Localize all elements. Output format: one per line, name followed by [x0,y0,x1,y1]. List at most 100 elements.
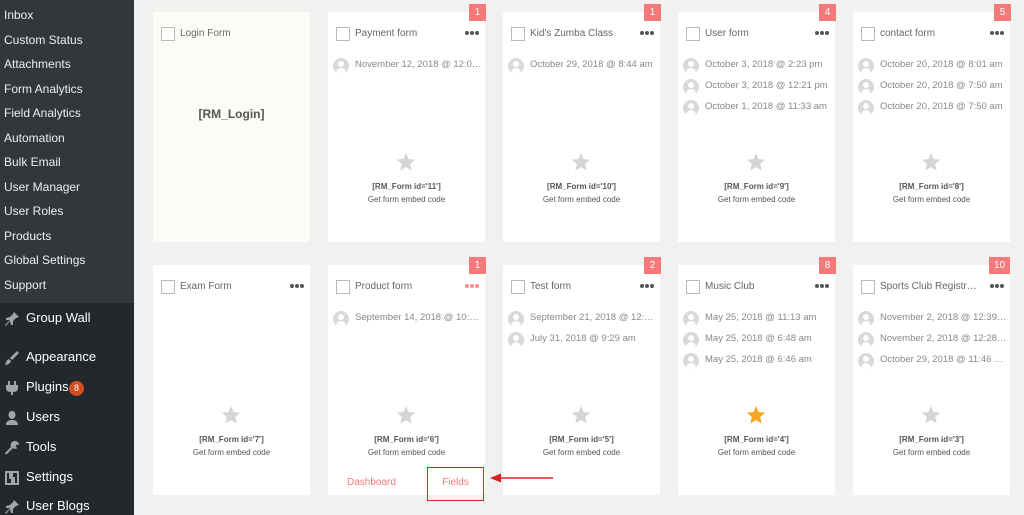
card-select-checkbox[interactable] [511,280,525,294]
submission-count-badge[interactable]: 10 [989,257,1010,274]
more-options-icon[interactable] [288,277,306,291]
sidebar-item-bulk-email[interactable]: Bulk Email [4,155,61,169]
submission-row[interactable]: October 20, 2018 @ 8:01 am [856,57,1010,75]
submission-row[interactable]: September 21, 2018 @ 12:2… [506,310,660,328]
form-title[interactable]: contact form [880,28,980,39]
more-options-icon[interactable] [638,277,656,291]
form-card[interactable]: Music Club 8 May 25, 2018 @ 11:13 am May 25… [678,257,836,495]
star-icon[interactable] [921,152,941,172]
form-title[interactable]: Product form [355,281,455,292]
card-select-checkbox[interactable] [336,27,350,41]
sidebar-item-field-analytics[interactable]: Field Analytics [4,106,81,120]
embed-code-link[interactable]: Get form embed code [678,448,835,457]
submission-count-badge[interactable]: 5 [994,4,1011,21]
form-card[interactable]: Login Form [RM_Login] [153,12,310,242]
submission-row[interactable]: July 31, 2018 @ 9:29 am [506,331,660,349]
form-card[interactable]: Payment form 1 November 12, 2018 @ 12:0… [R… [328,4,486,242]
submission-count-badge[interactable]: 2 [644,257,661,274]
form-title[interactable]: Login Form [180,28,280,39]
submission-row[interactable]: May 25, 2018 @ 11:13 am [681,310,835,328]
form-title[interactable]: Exam Form [180,281,280,292]
form-title[interactable]: Sports Club Registrat… [880,281,980,292]
sidebar-item-group-wall[interactable]: Group Wall [0,307,134,331]
sidebar-item-appearance[interactable]: Appearance [0,346,134,370]
form-title[interactable]: Test form [530,281,630,292]
sidebar-item-user-roles[interactable]: User Roles [4,204,63,218]
more-options-icon[interactable] [988,24,1006,38]
form-card[interactable]: Kid's Zumba Class 1 October 29, 2018 @ 8:4… [503,4,661,242]
card-select-checkbox[interactable] [686,280,700,294]
submission-row[interactable]: October 3, 2018 @ 12:21 pm [681,78,835,96]
embed-code-link[interactable]: Get form embed code [678,195,835,204]
sidebar-item-user-manager[interactable]: User Manager [4,180,80,194]
card-select-checkbox[interactable] [861,27,875,41]
card-select-checkbox[interactable] [336,280,350,294]
form-card[interactable]: Sports Club Registrat… 10 November 2, 2018… [853,257,1010,495]
more-options-icon[interactable] [813,277,831,291]
submission-row[interactable]: May 25, 2018 @ 6:48 am [681,331,835,349]
submission-count-badge[interactable]: 8 [819,257,836,274]
submission-row[interactable]: October 29, 2018 @ 8:44 am [506,57,660,75]
star-icon[interactable] [221,405,241,425]
form-card[interactable]: User form 4 October 3, 2018 @ 2:23 pm Octob… [678,4,836,242]
form-card[interactable]: Exam Form [RM_Form id='7'] Get form embed … [153,265,310,495]
form-title[interactable]: Kid's Zumba Class [530,28,630,39]
sidebar-item-products[interactable]: Products [4,229,51,243]
form-title[interactable]: Payment form [355,28,455,39]
more-options-icon[interactable] [463,24,481,38]
star-icon[interactable] [396,405,416,425]
sidebar-item-settings[interactable]: Settings [0,466,134,490]
sidebar-item-support[interactable]: Support [4,278,46,292]
star-icon[interactable] [571,405,591,425]
submission-count-badge[interactable]: 1 [469,257,486,274]
star-icon[interactable] [746,405,766,425]
submission-row[interactable]: October 20, 2018 @ 7:50 am [856,78,1010,96]
submission-row[interactable]: November 2, 2018 @ 12:39… [856,310,1010,328]
form-card[interactable]: Product form 1 September 14, 2018 @ 10:3… [… [328,257,486,501]
embed-code-link[interactable]: Get form embed code [503,195,660,204]
form-card[interactable]: contact form 5 October 20, 2018 @ 8:01 am O… [853,4,1011,242]
submission-count-badge[interactable]: 1 [644,4,661,21]
submission-row[interactable]: October 1, 2018 @ 11:33 am [681,99,835,117]
card-select-checkbox[interactable] [161,27,175,41]
card-select-checkbox[interactable] [686,27,700,41]
embed-code-link[interactable]: Get form embed code [153,448,310,457]
submission-row[interactable]: October 20, 2018 @ 7:50 am [856,99,1010,117]
embed-code-link[interactable]: Get form embed code [328,195,485,204]
sidebar-item-user-blogs[interactable]: User Blogs [0,495,134,515]
more-options-icon[interactable] [813,24,831,38]
submission-count-badge[interactable]: 4 [819,4,836,21]
dashboard-link[interactable]: Dashboard [347,477,396,488]
sidebar-item-automation[interactable]: Automation [4,131,65,145]
sidebar-item-tools[interactable]: Tools [0,436,134,460]
submission-row[interactable]: September 14, 2018 @ 10:3… [331,310,485,328]
sidebar-item-form-analytics[interactable]: Form Analytics [4,82,83,96]
form-title[interactable]: Music Club [705,281,805,292]
star-icon[interactable] [746,152,766,172]
card-select-checkbox[interactable] [511,27,525,41]
submission-row[interactable]: May 25, 2018 @ 6:46 am [681,352,835,370]
submission-count-badge[interactable]: 1 [469,4,486,21]
card-select-checkbox[interactable] [861,280,875,294]
submission-row[interactable]: November 12, 2018 @ 12:0… [331,57,485,75]
fields-link[interactable]: Fields [427,467,484,501]
star-icon[interactable] [396,152,416,172]
embed-code-link[interactable]: Get form embed code [503,448,660,457]
star-icon[interactable] [921,405,941,425]
sidebar-item-global-settings[interactable]: Global Settings [4,253,85,267]
sidebar-item-inbox[interactable]: Inbox [4,8,33,22]
submission-row[interactable]: November 2, 2018 @ 12:28… [856,331,1010,349]
star-icon[interactable] [571,152,591,172]
sidebar-item-attachments[interactable]: Attachments [4,57,71,71]
embed-code-link[interactable]: Get form embed code [328,448,485,457]
embed-code-link[interactable]: Get form embed code [853,195,1010,204]
form-title[interactable]: User form [705,28,805,39]
more-options-icon[interactable] [463,277,481,291]
form-card[interactable]: Test form 2 September 21, 2018 @ 12:2… July… [503,257,661,495]
sidebar-item-plugins[interactable]: Plugins 8 [0,376,134,400]
submission-row[interactable]: October 3, 2018 @ 2:23 pm [681,57,835,75]
embed-code-link[interactable]: Get form embed code [853,448,1010,457]
sidebar-item-users[interactable]: Users [0,406,134,430]
more-options-icon[interactable] [638,24,656,38]
submission-row[interactable]: October 29, 2018 @ 11:46 … [856,352,1010,370]
